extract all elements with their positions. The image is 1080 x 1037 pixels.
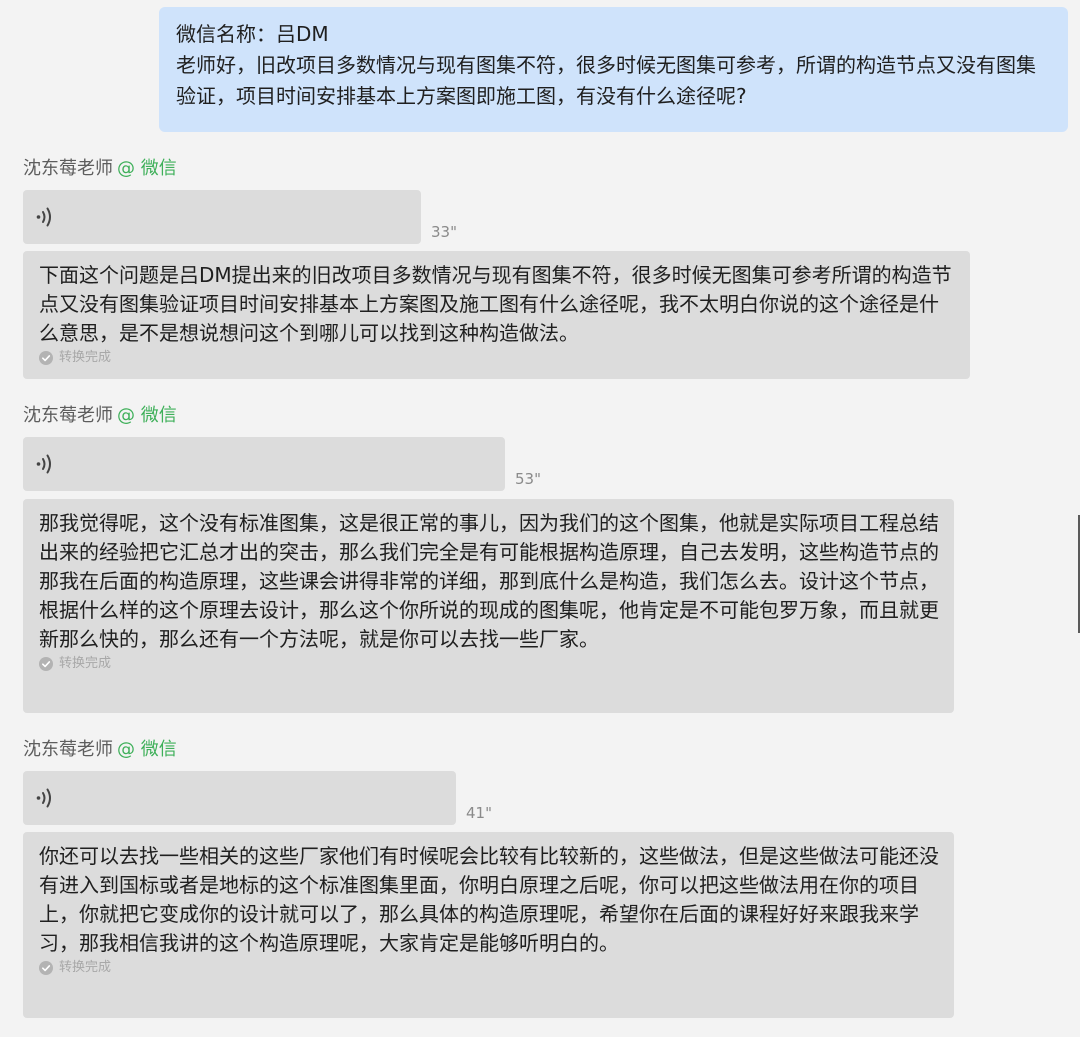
transcript-status: 转换完成 xyxy=(39,349,956,367)
voice-message[interactable] xyxy=(23,437,505,491)
voice-wave-icon xyxy=(36,207,51,227)
check-circle-icon xyxy=(39,351,53,365)
message-sender: 沈东莓老师 @ 微信 xyxy=(23,157,177,181)
sender-name: 沈东莓老师 xyxy=(23,405,113,426)
voice-duration: 53" xyxy=(515,470,541,488)
sender-channel: @ 微信 xyxy=(117,158,177,179)
check-circle-icon xyxy=(39,961,53,975)
question-message-bubble: 微信名称：吕DM 老师好，旧改项目多数情况与现有图集不符，很多时候无图集可参考，… xyxy=(159,7,1068,132)
question-text: 老师好，旧改项目多数情况与现有图集不符，很多时候无图集可参考，所谓的构造节点又没… xyxy=(176,53,1036,108)
transcript-text: 那我觉得呢，这个没有标准图集，这是很正常的事儿，因为我们的这个图集，他就是实际项… xyxy=(39,511,939,651)
sender-name: 沈东莓老师 xyxy=(23,158,113,179)
voice-duration: 33" xyxy=(431,223,457,241)
status-label: 转换完成 xyxy=(59,960,112,975)
message-sender: 沈东莓老师 @ 微信 xyxy=(23,404,177,428)
check-circle-icon xyxy=(39,657,53,671)
voice-message[interactable] xyxy=(23,771,456,825)
voice-duration: 41" xyxy=(466,804,492,822)
transcript-status: 转换完成 xyxy=(39,959,940,977)
transcript-text: 下面这个问题是吕DM提出来的旧改项目多数情况与现有图集不符，很多时候无图集可参考… xyxy=(39,263,952,345)
transcript-bubble: 那我觉得呢，这个没有标准图集，这是很正常的事儿，因为我们的这个图集，他就是实际项… xyxy=(23,499,954,713)
voice-wave-icon xyxy=(36,454,51,474)
transcript-text: 你还可以去找一些相关的这些厂家他们有时候呢会比较有比较新的，这些做法，但是这些做… xyxy=(39,844,939,955)
transcript-bubble: 你还可以去找一些相关的这些厂家他们有时候呢会比较有比较新的，这些做法，但是这些做… xyxy=(23,832,954,1018)
status-label: 转换完成 xyxy=(59,656,112,671)
transcript-bubble: 下面这个问题是吕DM提出来的旧改项目多数情况与现有图集不符，很多时候无图集可参考… xyxy=(23,251,970,379)
sender-name: 沈东莓老师 xyxy=(23,739,113,760)
sender-channel: @ 微信 xyxy=(117,405,177,426)
status-label: 转换完成 xyxy=(59,350,112,365)
message-sender: 沈东莓老师 @ 微信 xyxy=(23,738,177,762)
transcript-status: 转换完成 xyxy=(39,655,940,673)
voice-wave-icon xyxy=(36,788,51,808)
voice-message[interactable] xyxy=(23,190,421,244)
question-sender-line: 微信名称：吕DM xyxy=(176,22,329,46)
sender-channel: @ 微信 xyxy=(117,739,177,760)
